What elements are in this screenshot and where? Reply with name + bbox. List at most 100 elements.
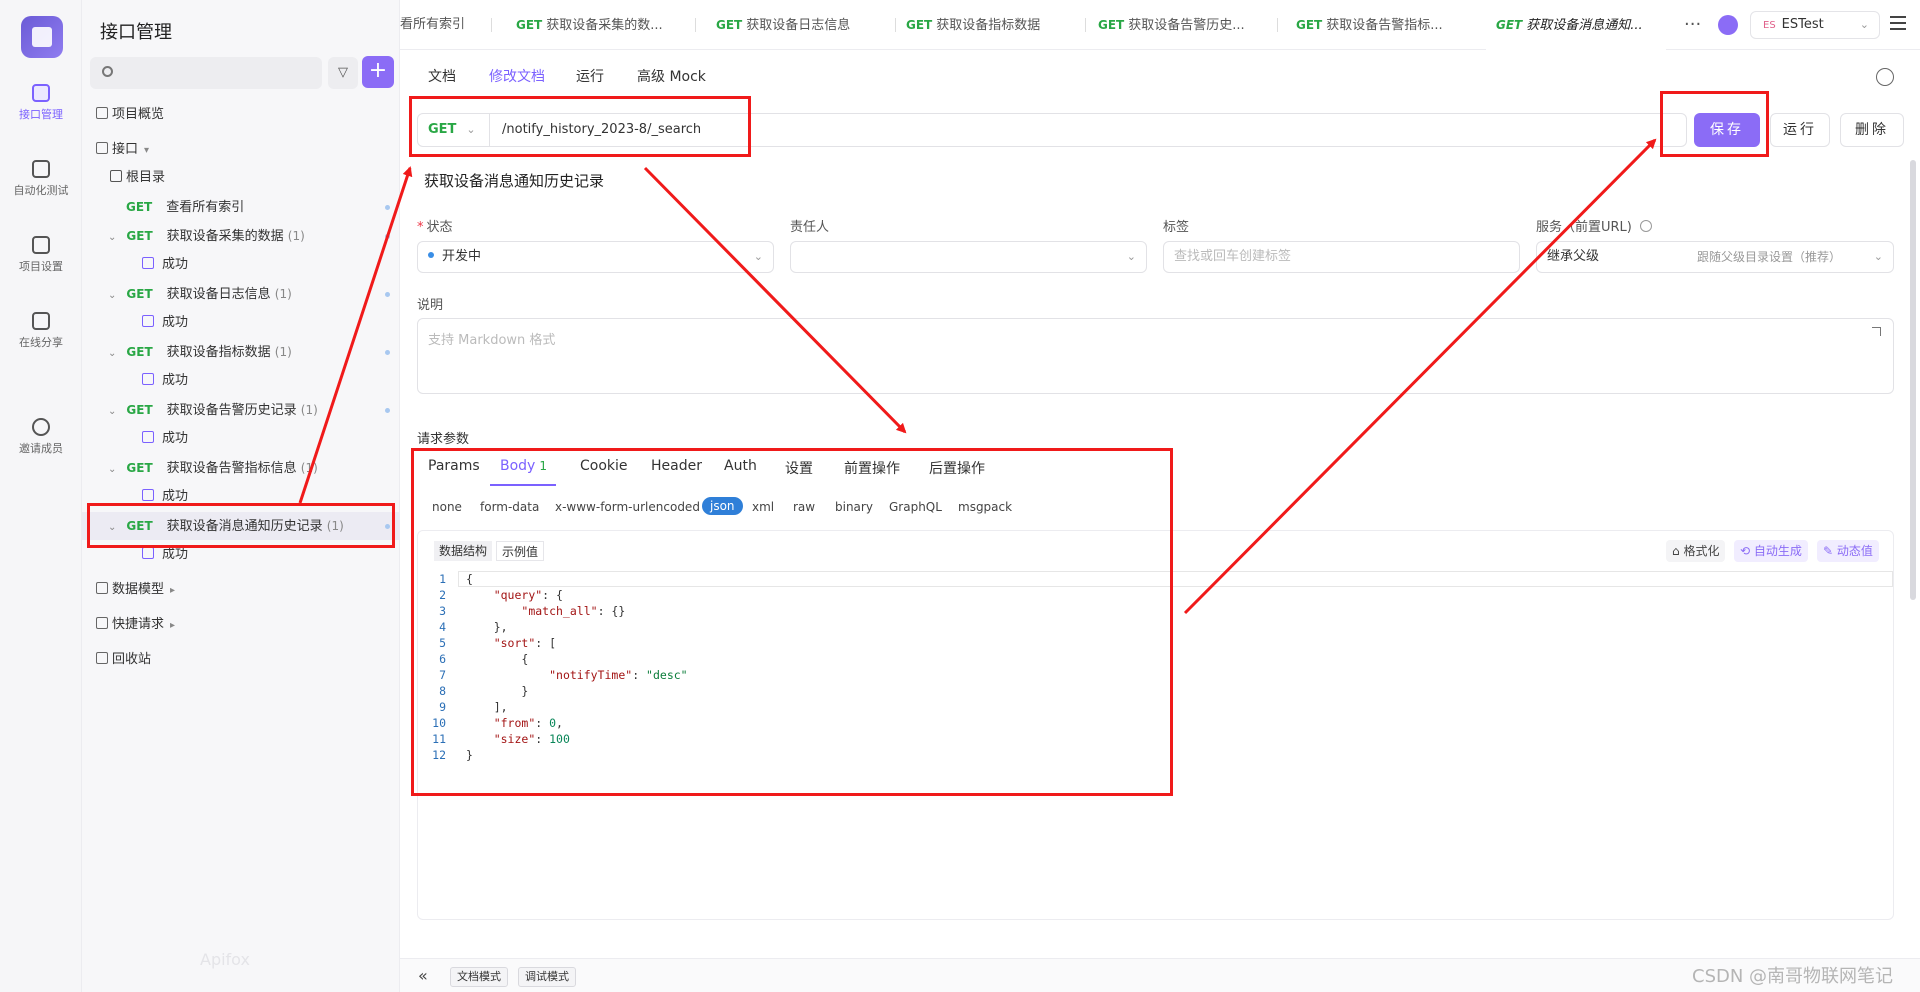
api-name: 获取设备采集的数据 [166, 229, 284, 244]
case-icon [142, 547, 154, 559]
rail-online-share[interactable]: 在线分享 [0, 312, 82, 350]
method-badge: GET [1496, 18, 1523, 32]
tab-api[interactable]: GET 获取设备告警指标... [1296, 0, 1476, 50]
caret-right-icon: ▸ [170, 620, 176, 631]
method-badge: GET [126, 200, 153, 214]
dynamic-value-button[interactable]: ✎ 动态值 [1817, 540, 1879, 562]
chevron-down-icon: ⌄ [1126, 250, 1136, 263]
tab-api-active[interactable]: GET 获取设备消息通知... [1486, 0, 1666, 50]
sidebar-item-recycle[interactable]: 回收站 [82, 646, 400, 674]
add-button[interactable]: + [362, 56, 394, 88]
status-label: * 状态 [417, 220, 453, 235]
delete-button[interactable]: 删除 [1840, 113, 1904, 147]
filter-button[interactable]: ▽ [328, 57, 358, 89]
service-label: 服务（前置URL) [1536, 216, 1652, 235]
left-rail: 接口管理 自动化测试 项目设置 在线分享 邀请成员 [0, 0, 82, 992]
service-select[interactable]: 继承父级 跟随父级目录设置（推荐） ⌄ [1536, 241, 1894, 273]
api-name-field[interactable]: 获取设备消息通知历史记录 [424, 170, 604, 191]
sidebar-title: 接口管理 [100, 22, 172, 43]
unsaved-dot [385, 234, 390, 239]
annotation-box-body [411, 448, 1173, 796]
history-icon[interactable] [1876, 68, 1894, 86]
tab-doc[interactable]: 文档 [428, 66, 456, 86]
tab-api[interactable]: 看所有索引 [400, 0, 492, 50]
environment-select[interactable]: ES ESTest ⌄ [1750, 11, 1880, 39]
sync-icon[interactable] [1718, 15, 1738, 35]
tree-item-api[interactable]: GET 查看所有索引 [82, 193, 400, 221]
tree-item-case[interactable]: 成功 [82, 367, 400, 395]
tab-api[interactable]: GET 获取设备日志信息 [716, 0, 896, 50]
tag-input[interactable]: 查找或回车创建标签 [1163, 241, 1520, 273]
tab-api[interactable]: GET 获取设备采集的数... [516, 0, 696, 50]
menu-icon[interactable] [1890, 16, 1906, 30]
tree-item-api[interactable]: ⌄ GET 获取设备采集的数据 (1) [82, 222, 400, 250]
tree-item-case[interactable]: 成功 [82, 251, 400, 279]
sidebar-item-overview[interactable]: 项目概览 [82, 101, 400, 129]
unsaved-dot [385, 292, 390, 297]
rail-api-management[interactable]: 接口管理 [0, 84, 82, 122]
status-value: 开发中 [442, 249, 482, 264]
owner-select[interactable]: ⌄ [790, 241, 1147, 273]
tab-run[interactable]: 运行 [576, 66, 604, 86]
method-badge: GET [906, 18, 933, 32]
doc-mode-button[interactable]: 文档模式 [450, 967, 508, 987]
description-placeholder: 支持 Markdown 格式 [428, 333, 556, 348]
tab-advanced-mock[interactable]: 高级 Mock [637, 66, 706, 86]
sidebar-item-data-model[interactable]: 数据模型 ▸ [82, 576, 400, 604]
more-tabs-button[interactable]: ··· [1684, 14, 1701, 35]
sidebar-item-interfaces[interactable]: 接口 ▾ [82, 136, 400, 164]
tab-label: 获取设备日志信息 [746, 18, 851, 33]
tab-api[interactable]: GET 获取设备告警历史... [1098, 0, 1278, 50]
tab-bar: 看所有索引 GET 获取设备采集的数... GET 获取设备日志信息 GET 获取设备… [400, 0, 1920, 50]
chevron-down-icon: ⌄ [1859, 18, 1869, 31]
brand-watermark: Apifox [200, 950, 250, 969]
tree-item-case[interactable]: 成功 [82, 309, 400, 337]
sidebar-item-quick-request[interactable]: 快捷请求 ▸ [82, 611, 400, 639]
format-button[interactable]: ⌂ 格式化 [1666, 540, 1726, 562]
auto-generate-button[interactable]: ⟲ 自动生成 [1734, 540, 1808, 562]
method-badge: GET [126, 229, 153, 243]
run-button[interactable]: 运行 [1770, 113, 1830, 147]
wand-icon: ✎ [1823, 544, 1837, 558]
collapse-sidebar-button[interactable]: « [418, 966, 428, 985]
chevron-down-icon: ⌄ [1873, 250, 1883, 263]
tab-edit-doc[interactable]: 修改文档 [489, 66, 545, 86]
rail-invite-members[interactable]: 邀请成员 [0, 418, 82, 456]
app-logo [21, 16, 63, 58]
tab-divider [695, 18, 696, 32]
method-badge: GET [126, 345, 153, 359]
debug-mode-button[interactable]: 调试模式 [518, 967, 576, 987]
status-select[interactable]: 开发中 ⌄ [417, 241, 774, 273]
api-name: 获取设备指标数据 [166, 345, 271, 360]
rail-project-settings[interactable]: 项目设置 [0, 236, 82, 274]
chevron-down-icon: ⌄ [108, 406, 117, 417]
share-icon [32, 312, 50, 330]
tab-divider [1085, 18, 1086, 32]
case-icon [142, 431, 154, 443]
expand-icon[interactable] [1872, 327, 1881, 336]
tree-item-api[interactable]: ⌄ GET 获取设备指标数据 (1) [82, 338, 400, 366]
tag-placeholder: 查找或回车创建标签 [1174, 249, 1292, 264]
rail-label: 邀请成员 [19, 442, 63, 455]
request-params-label: 请求参数 [417, 432, 470, 447]
sidebar-item-root[interactable]: 根目录 [82, 164, 400, 192]
case-label: 成功 [162, 315, 189, 330]
service-hint: 跟随父级目录设置（推荐） [1697, 250, 1842, 264]
chevron-down-icon: ⌄ [108, 348, 117, 359]
automation-icon [32, 160, 50, 178]
tree-item-api[interactable]: ⌄ GET 获取设备告警历史记录 (1) [82, 396, 400, 424]
vertical-scrollbar[interactable] [1910, 160, 1916, 600]
case-count: (1) [287, 229, 305, 243]
description-input[interactable]: 支持 Markdown 格式 [417, 318, 1894, 394]
rail-label: 在线分享 [19, 336, 63, 349]
search-input[interactable] [90, 57, 322, 89]
rail-automation-test[interactable]: 自动化测试 [0, 160, 82, 198]
tab-label: 获取设备告警历史... [1128, 18, 1245, 33]
refresh-icon: ⟲ [1740, 544, 1754, 558]
api-icon [32, 84, 50, 102]
tree-item-api[interactable]: ⌄ GET 获取设备日志信息 (1) [82, 280, 400, 308]
tree-item-api[interactable]: ⌄ GET 获取设备告警指标信息 (1) [82, 454, 400, 482]
tree-item-case[interactable]: 成功 [82, 425, 400, 453]
tab-api[interactable]: GET 获取设备指标数据 [906, 0, 1086, 50]
tab-label: 看所有索引 [400, 17, 466, 32]
